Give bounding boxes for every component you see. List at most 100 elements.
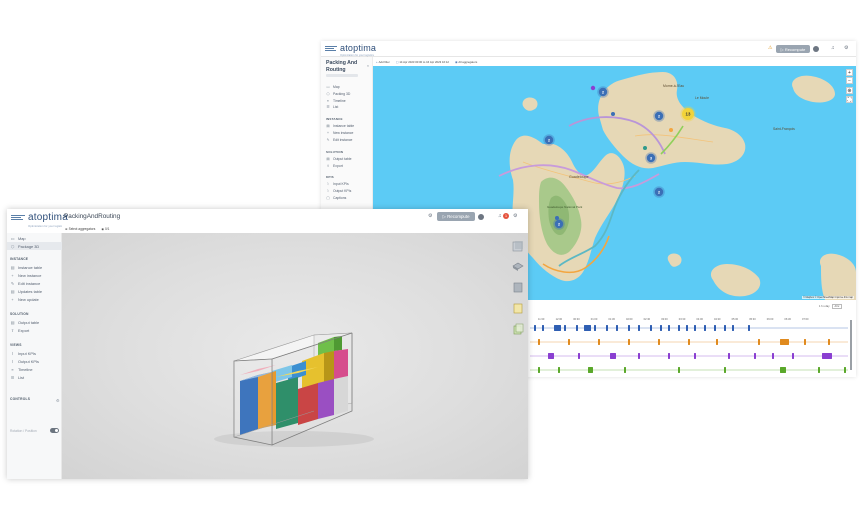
timeline-event[interactable] — [584, 325, 591, 331]
sidebar-item-input-kpis[interactable]: ⌇ Input KPIs — [326, 182, 348, 186]
timeline-event[interactable] — [724, 367, 726, 373]
view-iso-button[interactable] — [512, 302, 524, 314]
pin-orange[interactable] — [669, 128, 673, 132]
sidebar-item-map[interactable]: ▭ Map — [326, 85, 339, 89]
sidebar-item-input-kpis[interactable]: ⌇ Input KPIs — [10, 351, 36, 356]
zoom-in-button[interactable]: + — [846, 69, 853, 76]
timeline-event[interactable] — [658, 339, 660, 345]
timeline-event[interactable] — [714, 325, 716, 331]
sidebar-item-output-table[interactable]: ▤ Output table — [10, 320, 40, 325]
timeline-event[interactable] — [686, 325, 688, 331]
view-front-button[interactable] — [512, 240, 524, 252]
cluster-marker[interactable]: 2 — [543, 134, 555, 146]
timeline-event[interactable] — [792, 353, 794, 359]
cluster-marker[interactable]: 2 — [597, 86, 609, 98]
timeline-event[interactable] — [844, 367, 846, 373]
sidebar-item-captions[interactable]: ▢ Captions — [326, 196, 346, 200]
sidebar-item-output-kpis[interactable]: ⌇ Output KPIs — [10, 359, 39, 364]
compass-button[interactable]: ⊕ — [846, 87, 853, 94]
pin-blue[interactable] — [611, 112, 615, 116]
cluster-marker[interactable]: 2 — [653, 110, 665, 122]
timeline-event[interactable] — [818, 367, 820, 373]
timeline-event[interactable] — [748, 325, 750, 331]
sidebar-item-edit-instance[interactable]: ✎ Edit instance — [326, 138, 353, 142]
collapse-sidebar-icon[interactable]: ◐ — [367, 63, 369, 68]
view-side-button[interactable] — [512, 281, 524, 293]
aggregator-count[interactable]: ◉ 0/1 — [101, 227, 109, 231]
view-top-button[interactable] — [512, 260, 524, 272]
sidebar-item-new-instance[interactable]: + New instance — [10, 273, 41, 278]
timeline-event[interactable] — [688, 339, 690, 345]
timeline-event[interactable] — [554, 325, 561, 331]
timeline-event[interactable] — [828, 339, 830, 345]
timeline-event[interactable] — [754, 353, 756, 359]
timeline-event[interactable] — [588, 367, 593, 373]
timeline-event[interactable] — [564, 325, 566, 331]
sidebar-item-new-instance[interactable]: + New instance — [326, 131, 353, 135]
timeline-event[interactable] — [678, 367, 680, 373]
timeline-event[interactable] — [624, 367, 626, 373]
timeline-event[interactable] — [772, 353, 774, 359]
bell-icon[interactable]: ♫ — [831, 46, 835, 51]
timeline-event[interactable] — [594, 325, 596, 331]
timeline-event[interactable] — [716, 339, 718, 345]
timeline-event[interactable] — [804, 339, 806, 345]
timeline-panel[interactable]: 11:30 12:00 00:30 01:00 01:30 02:00 02:30 03:00… — [528, 300, 856, 377]
timeline-event[interactable] — [728, 353, 730, 359]
timeline-event[interactable] — [576, 325, 578, 331]
rotation-toggle[interactable] — [50, 428, 59, 433]
cluster-marker[interactable]: 13 — [680, 106, 696, 122]
timeline-event[interactable] — [780, 367, 786, 373]
add-filter-button[interactable]: +Add filter — [376, 60, 390, 64]
timeline-event[interactable] — [538, 367, 540, 373]
timeline-event[interactable] — [678, 325, 680, 331]
packing-3d-viewport[interactable] — [62, 233, 528, 479]
fullscreen-button[interactable]: ⛶ — [846, 96, 853, 103]
aggregator-filter[interactable]: ◉All aggregators — [455, 60, 477, 64]
zoom-out-button[interactable]: − — [846, 77, 853, 84]
sidebar-item-instance-table[interactable]: ▤ Instance table — [10, 265, 43, 270]
warning-icon[interactable]: ⚠ — [768, 46, 772, 51]
sidebar-item-export[interactable]: ⇪ Export — [326, 164, 343, 168]
user-avatar[interactable] — [813, 46, 819, 52]
timeline-event[interactable] — [534, 325, 536, 331]
sidebar-item-export[interactable]: ⇪ Export — [10, 328, 29, 333]
timeline-event[interactable] — [758, 339, 760, 345]
timeline-event[interactable] — [668, 353, 670, 359]
timeline-event[interactable] — [558, 367, 560, 373]
timeline-event[interactable] — [606, 325, 608, 331]
sidebar-item-list[interactable]: ☰ List — [10, 375, 24, 380]
pin-teal[interactable] — [643, 146, 647, 150]
timeline-event[interactable] — [650, 325, 652, 331]
date-range-filter[interactable]: ▢14 Apr 2023 00:00 to 16 Apr 2023 16:12 — [396, 60, 449, 64]
brand-logo[interactable]: atoptima Optimization for your logistics — [325, 43, 376, 57]
timeline-event[interactable] — [578, 353, 580, 359]
sidebar-item-new-update[interactable]: + New update — [10, 297, 38, 302]
cluster-marker[interactable]: 3 — [645, 152, 657, 164]
view-3d-button[interactable] — [512, 323, 524, 335]
sidebar-item-edit-instance[interactable]: ✎ Edit instance — [10, 281, 40, 286]
cluster-marker[interactable]: 2 — [553, 218, 565, 230]
sidebar-item-updates-table[interactable]: ▤ Updates table — [10, 289, 42, 294]
timeline-event[interactable] — [538, 339, 540, 345]
gear-icon[interactable]: ⚙ — [844, 46, 848, 51]
settings-icon[interactable]: ⚙ — [428, 214, 432, 219]
timeline-event[interactable] — [732, 325, 734, 331]
timeline-event[interactable] — [568, 339, 570, 345]
sidebar-item-timeline[interactable]: ≡ Timeline — [10, 367, 32, 372]
sidebar-item-output-kpis[interactable]: ⌇ Output KPIs — [326, 189, 351, 193]
timeline-event[interactable] — [628, 325, 630, 331]
sidebar-item-output-table[interactable]: ▤ Output table — [326, 157, 351, 161]
pin-purple[interactable] — [590, 85, 596, 91]
timeline-event[interactable] — [704, 325, 706, 331]
timeline-event[interactable] — [694, 353, 696, 359]
cluster-marker[interactable]: 2 — [653, 186, 665, 198]
timeline-event[interactable] — [616, 325, 618, 331]
timeline-event[interactable] — [542, 325, 544, 331]
timeline-event[interactable] — [638, 353, 640, 359]
select-aggregators[interactable]: ⊕ Select aggregators — [65, 227, 95, 231]
timeline-event[interactable] — [548, 353, 554, 359]
timeline-event[interactable] — [610, 353, 616, 359]
timeline-scrollbar[interactable] — [850, 320, 852, 370]
recompute-button[interactable]: ▷ Recompute — [437, 212, 475, 221]
